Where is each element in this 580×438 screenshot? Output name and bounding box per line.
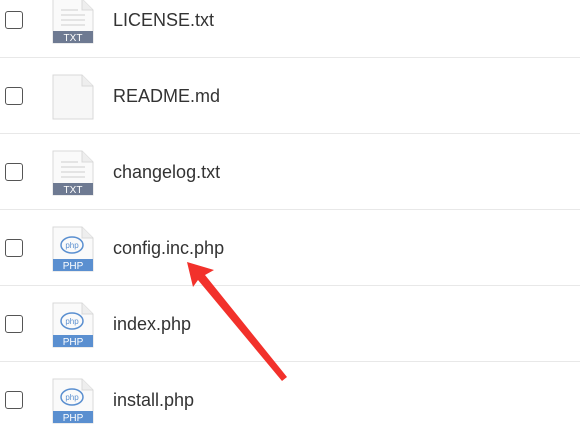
php-logo-text: php bbox=[65, 317, 79, 326]
row-checkbox[interactable] bbox=[5, 315, 23, 333]
file-name-link[interactable]: config.inc.php bbox=[113, 234, 224, 262]
file-name-link[interactable]: README.md bbox=[113, 82, 220, 110]
file-type-badge: TXT bbox=[64, 185, 83, 196]
generic-file-icon bbox=[52, 74, 94, 120]
file-type-badge: TXT bbox=[64, 33, 83, 44]
file-row[interactable]: php PHP install.php bbox=[0, 362, 580, 438]
php-file-icon: php PHP bbox=[52, 378, 94, 424]
file-type-badge: PHP bbox=[63, 337, 84, 348]
txt-file-icon: TXT bbox=[52, 0, 94, 44]
file-list: TXT LICENSE.txt README.md TXT changelog.… bbox=[0, 0, 580, 424]
file-name-link[interactable]: index.php bbox=[113, 310, 191, 338]
php-file-icon: php PHP bbox=[52, 226, 94, 272]
file-row[interactable]: php PHP config.inc.php bbox=[0, 210, 580, 286]
file-name-link[interactable]: changelog.txt bbox=[113, 158, 220, 186]
file-row[interactable]: README.md bbox=[0, 58, 580, 134]
file-type-badge: PHP bbox=[63, 413, 84, 424]
php-logo-text: php bbox=[65, 241, 79, 250]
file-row[interactable]: php PHP index.php bbox=[0, 286, 580, 362]
php-file-icon: php PHP bbox=[52, 302, 94, 348]
row-checkbox[interactable] bbox=[5, 239, 23, 257]
file-name-link[interactable]: install.php bbox=[113, 386, 194, 414]
row-checkbox[interactable] bbox=[5, 87, 23, 105]
row-checkbox[interactable] bbox=[5, 11, 23, 29]
row-checkbox[interactable] bbox=[5, 163, 23, 181]
file-row[interactable]: TXT LICENSE.txt bbox=[0, 0, 580, 58]
file-type-badge: PHP bbox=[63, 261, 84, 272]
txt-file-icon: TXT bbox=[52, 150, 94, 196]
file-name-link[interactable]: LICENSE.txt bbox=[113, 6, 214, 34]
row-checkbox[interactable] bbox=[5, 391, 23, 409]
file-row[interactable]: TXT changelog.txt bbox=[0, 134, 580, 210]
